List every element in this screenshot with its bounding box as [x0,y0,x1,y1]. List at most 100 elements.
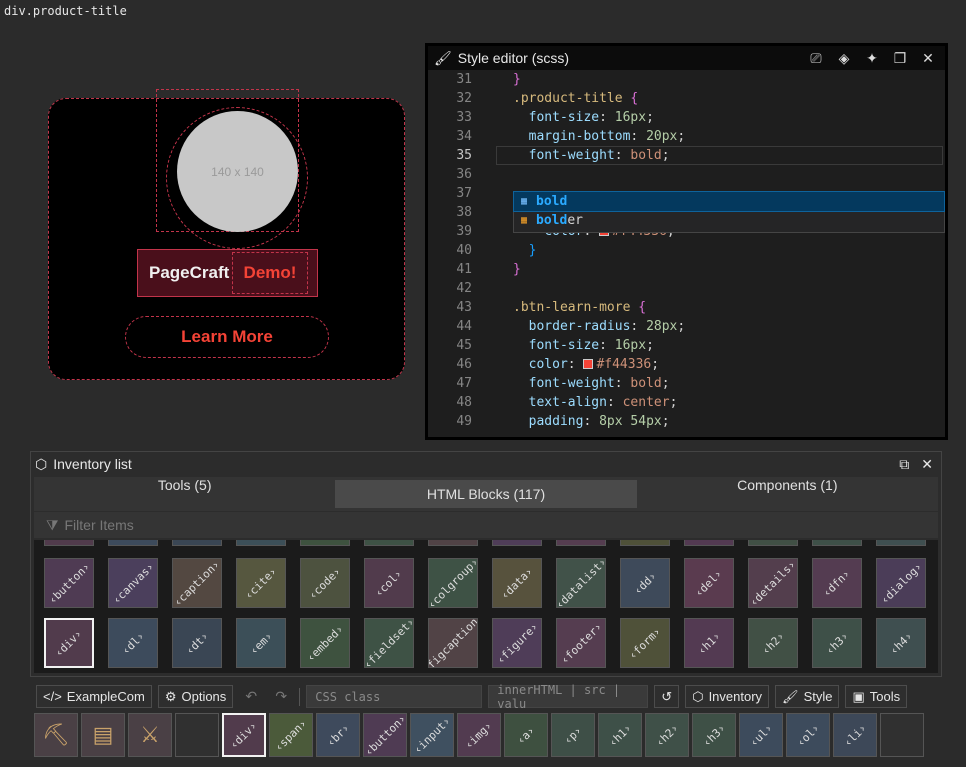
html-block-form[interactable]: ‹form› [620,618,670,668]
html-block-datalist[interactable]: ‹datalist› [556,558,606,608]
code-line[interactable]: 45 font-size: 16px; [428,336,945,355]
html-block-partial[interactable] [428,540,478,546]
html-block-dl[interactable]: ‹dl› [108,618,158,668]
hotbar-slot-tool[interactable]: ⛏ [34,713,78,757]
html-block-footer[interactable]: ‹footer› [556,618,606,668]
html-block-colgroup[interactable]: ‹colgroup› [428,558,478,608]
product-image-placeholder[interactable]: 140 x 140 [177,111,298,232]
code-line[interactable]: 44 border-radius: 28px; [428,317,945,336]
code-line[interactable]: 48 text-align: center; [428,393,945,412]
html-block-dd[interactable]: ‹dd› [620,558,670,608]
html-block-canvas[interactable]: ‹canvas› [108,558,158,608]
magic-wand-icon[interactable]: ✦ [863,50,881,67]
options-button[interactable]: ⚙ Options [157,685,234,708]
code-line[interactable]: 31} [428,70,945,89]
html-block-h4[interactable]: ‹h4› [876,618,926,668]
fill-icon[interactable]: ◈ [835,50,853,67]
popout-icon[interactable]: ⧉ [899,456,909,473]
html-block-code[interactable]: ‹code› [300,558,350,608]
undo-icon[interactable]: ↶ [239,685,263,708]
tab-components[interactable]: Components (1) [637,477,938,511]
html-block-details[interactable]: ‹details› [748,558,798,608]
html-block-fieldset[interactable]: ‹fieldset› [364,618,414,668]
html-block-figcaption[interactable]: ‹figcaption› [428,618,478,668]
html-block-partial[interactable] [108,540,158,546]
code-line[interactable]: 40 } [428,241,945,260]
html-block-partial[interactable] [556,540,606,546]
html-block-embed[interactable]: ‹embed› [300,618,350,668]
product-title[interactable]: PageCraft Demo! [137,249,318,297]
html-block-data[interactable]: ‹data› [492,558,542,608]
html-block-h2[interactable]: ‹h2› [748,618,798,668]
tools-button[interactable]: ▣ Tools [845,685,908,708]
redo-icon[interactable]: ↷ [269,685,293,708]
hotbar-slot-input[interactable]: ‹input› [410,713,454,757]
filter-input[interactable]: ⧩ Filter Items [34,512,938,538]
hotbar-slot-h1[interactable]: ‹h1› [598,713,642,757]
tab-tools[interactable]: Tools (5) [34,477,335,511]
code-line[interactable]: 47 font-weight: bold; [428,374,945,393]
html-block-partial[interactable] [236,540,286,546]
autocomplete-option[interactable]: ▦ bold er [514,211,944,230]
hotbar-slot-h3[interactable]: ‹h3› [692,713,736,757]
hotbar-slot-span[interactable]: ‹span› [269,713,313,757]
html-block-em[interactable]: ‹em› [236,618,286,668]
tab-html-blocks[interactable]: HTML Blocks (117) [335,480,637,508]
hotbar-slot-empty[interactable] [175,713,219,757]
hotbar-slot-li[interactable]: ‹li› [833,713,877,757]
html-block-cite[interactable]: ‹cite› [236,558,286,608]
inventory-button[interactable]: ⬡ Inventory [685,685,770,708]
html-block-caption[interactable]: ‹caption› [172,558,222,608]
hotbar-slot-br[interactable]: ‹br› [316,713,360,757]
hotbar-slot-p[interactable]: ‹p› [551,713,595,757]
css-class-input[interactable]: CSS class [306,685,483,708]
hotbar-slot-ol[interactable]: ‹ol› [786,713,830,757]
hotbar-slot-ul[interactable]: ‹ul› [739,713,783,757]
hotbar-slot-button[interactable]: ‹button› [363,713,407,757]
preview-icon[interactable]: ⎚ [807,50,825,67]
code-line[interactable]: 46 color: #f44336; [428,355,945,374]
html-block-h3[interactable]: ‹h3› [812,618,862,668]
html-block-partial[interactable] [684,540,734,546]
html-block-del[interactable]: ‹del› [684,558,734,608]
hotbar-slot-tool[interactable]: ⚔ [128,713,172,757]
html-block-figure[interactable]: ‹figure› [492,618,542,668]
code-line[interactable]: 43 .btn-learn-more { [428,298,945,317]
code-line[interactable]: 34 margin-bottom: 20px; [428,127,945,146]
html-block-partial[interactable] [812,540,862,546]
html-block-button[interactable]: ‹button› [44,558,94,608]
autocomplete-option[interactable]: ▦ bold [513,191,945,212]
code-line[interactable]: 33 font-size: 16px; [428,108,945,127]
close-icon[interactable]: ✕ [919,50,937,67]
inner-html-input[interactable]: innerHTML | src | valu [488,683,649,711]
copy-icon[interactable]: ❐ [891,50,909,67]
html-block-col[interactable]: ‹col› [364,558,414,608]
code-line[interactable]: 36 [428,165,945,184]
html-block-dfn[interactable]: ‹dfn› [812,558,862,608]
html-block-dialog[interactable]: ‹dialog› [876,558,926,608]
html-block-partial[interactable] [364,540,414,546]
hotbar-slot-a[interactable]: ‹a› [504,713,548,757]
html-block-partial[interactable] [620,540,670,546]
hotbar-slot-empty[interactable] [880,713,924,757]
hotbar-slot-tool[interactable]: ▤ [81,713,125,757]
code-area[interactable]: 31} 32 .product-title {33 font-size: 16px;… [428,70,945,437]
html-block-partial[interactable] [492,540,542,546]
style-button[interactable]: 🖌 Style [775,685,840,708]
html-block-partial[interactable] [300,540,350,546]
learn-more-button[interactable]: Learn More [125,316,329,358]
hotbar-slot-h2[interactable]: ‹h2› [645,713,689,757]
code-line[interactable]: 41} [428,260,945,279]
preview-card[interactable]: 140 x 140 PageCraft Demo! Learn More [48,89,405,380]
close-icon[interactable]: ✕ [921,456,933,473]
html-block-partial[interactable] [44,540,94,546]
reset-button[interactable]: ↺ [654,685,680,708]
code-line[interactable]: 32 .product-title { [428,89,945,108]
html-block-dt[interactable]: ‹dt› [172,618,222,668]
code-line[interactable]: 49 padding: 8px 54px; [428,412,945,431]
html-block-partial[interactable] [876,540,926,546]
html-block-div[interactable]: ‹div› [44,618,94,668]
project-button[interactable]: </> ExampleCom [36,685,152,708]
code-line[interactable]: 42 [428,279,945,298]
html-block-partial[interactable] [172,540,222,546]
